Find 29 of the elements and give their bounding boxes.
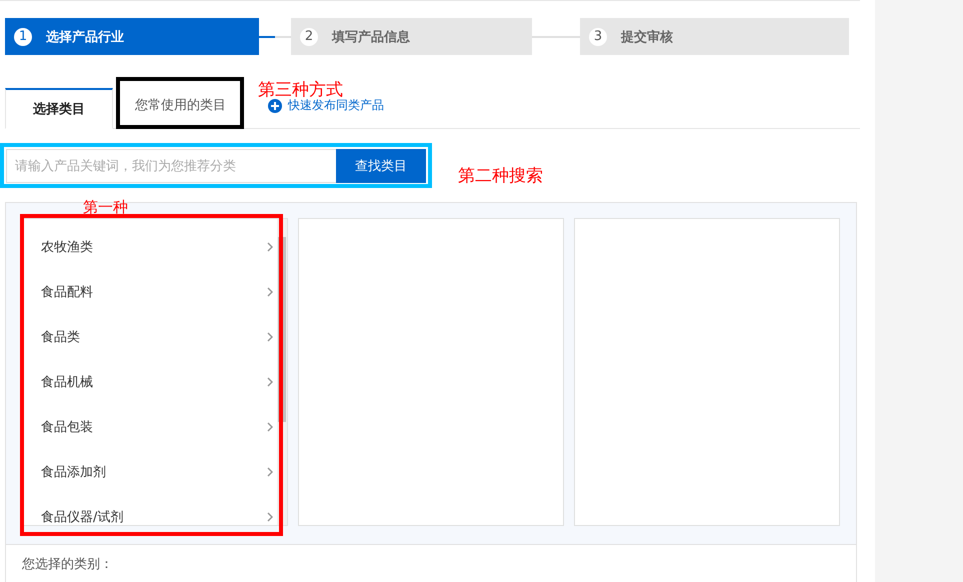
step-number: 1 — [14, 28, 32, 46]
search-button[interactable]: 查找类目 — [336, 149, 426, 183]
plus-icon — [268, 98, 282, 112]
chevron-icon — [267, 422, 273, 432]
category-item[interactable]: 食品配料 — [23, 269, 277, 314]
annotation-text: 第三种方式 — [258, 79, 343, 100]
quick-publish-link[interactable]: 快速发布同类产品 — [268, 97, 384, 114]
chevron-icon — [267, 466, 273, 476]
chevron-icon — [267, 512, 273, 522]
annotation-text: 第一种 — [83, 198, 128, 217]
category-item[interactable]: 食品包装 — [23, 404, 277, 449]
category-item[interactable]: 食品类 — [23, 314, 277, 359]
category-item[interactable]: 食品仪器/试剂 — [23, 494, 277, 539]
step-label: 选择产品行业 — [46, 28, 124, 46]
category-item[interactable]: 食品机械 — [23, 359, 277, 404]
search-field[interactable]: 请输入产品关键词，我们为您推荐分类 — [6, 149, 336, 183]
selected-category-label: 您选择的类别： — [22, 556, 113, 572]
chevron-icon — [267, 376, 273, 386]
chevron-icon — [267, 332, 273, 342]
category-item[interactable]: 食品添加剂 — [23, 449, 277, 494]
step-label: 提交审核 — [621, 28, 673, 46]
chevron-icon — [267, 242, 273, 252]
category-item[interactable]: 农牧渔类 — [23, 224, 277, 269]
chevron-icon — [267, 286, 273, 296]
step-number: 3 — [589, 28, 607, 46]
step-label: 填写产品信息 — [332, 28, 410, 46]
annotation-text: 第二种搜索 — [458, 165, 543, 187]
tab[interactable]: 选择类目 — [5, 88, 113, 129]
step-number: 2 — [300, 28, 318, 46]
